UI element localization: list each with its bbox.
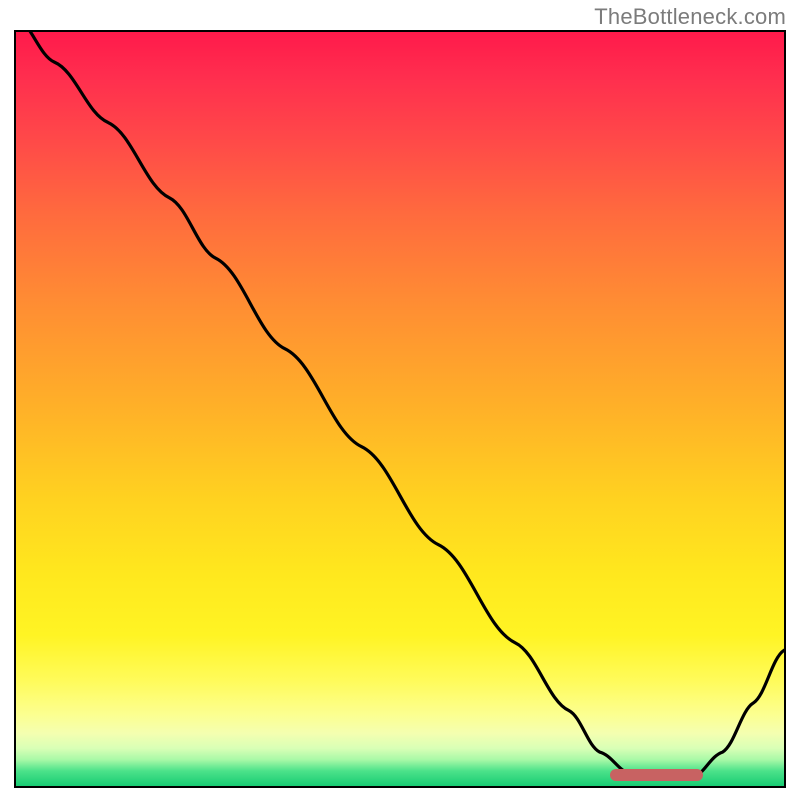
plot-area — [14, 30, 786, 788]
optimal-range-marker — [610, 769, 703, 781]
chart-container: TheBottleneck.com — [0, 0, 800, 800]
watermark-text: TheBottleneck.com — [594, 4, 786, 30]
bottleneck-curve — [16, 32, 784, 786]
